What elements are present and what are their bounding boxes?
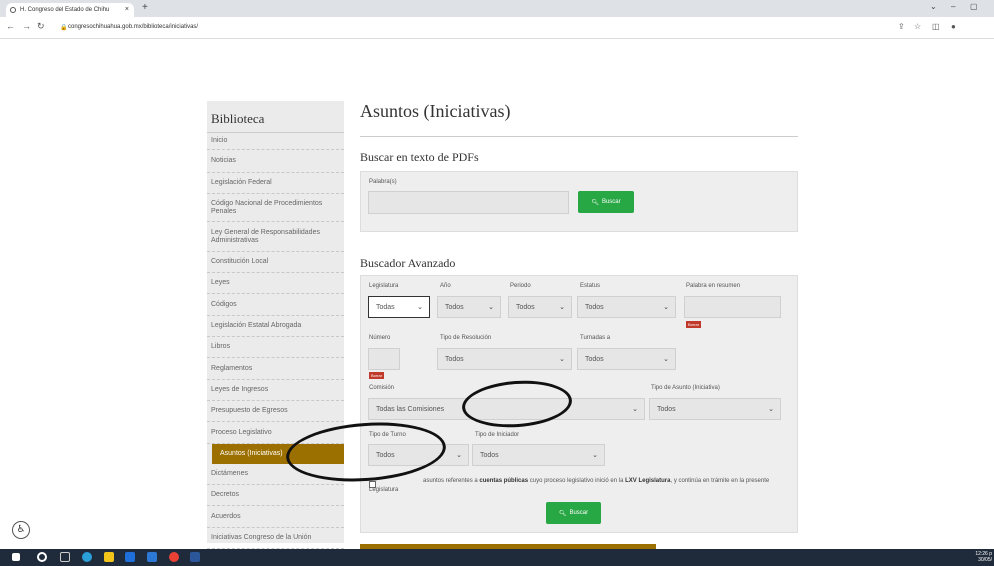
sidebar-item-noticias[interactable]: Noticias [207,150,344,173]
task-view-icon[interactable] [60,552,70,562]
browser-toolbar: ← → ↻ 🔒 congresochihuahua.gob.mx/bibliot… [0,17,994,39]
estatus-select[interactable]: Todos ⌄ [577,296,676,318]
clock-date: 30/05/ [978,557,992,563]
close-tab-icon[interactable]: × [125,6,129,13]
lock-icon: 🔒 [60,25,68,31]
turnadas-select[interactable]: Todos ⌄ [577,348,676,370]
chevron-down-icon: ⌄ [768,406,774,413]
resumen-input[interactable] [684,296,781,318]
search-icon[interactable] [37,552,47,562]
borrar-numero-button[interactable]: Borrar [369,372,385,379]
sidebar-item-constitucion-local[interactable]: Constitución Local [207,252,344,273]
windows-start-icon[interactable] [12,553,20,561]
title-divider [360,136,798,137]
edge-icon[interactable] [82,552,92,562]
sidebar-item-leyes-ingresos[interactable]: Leyes de Ingresos [207,380,344,401]
mail-icon[interactable] [147,552,157,562]
sidebar-item-reglamentos[interactable]: Reglamentos [207,358,344,380]
new-tab-button[interactable]: + [142,2,148,13]
palabras-label: Palabra(s) [369,179,397,185]
chevron-down-icon: ⌄ [456,452,462,459]
advanced-search-panel: Legislatura Todas ⌄ Año Todos ⌄ Periodo To… [360,275,798,533]
chrome-icon[interactable] [169,552,179,562]
turnadas-label: Turnadas a [580,335,611,341]
comision-label: Comisión [369,385,395,391]
tipo-asunto-label: Tipo de Asunto (Iniciativa) [651,385,720,391]
tipo-asunto-select[interactable]: Todos ⌄ [649,398,781,420]
forward-arrow-icon[interactable]: → [22,21,31,31]
tab-list-chevron-icon[interactable]: ⌄ [930,2,937,11]
system-clock[interactable]: 12:26 p 30/05/ [975,551,992,563]
palabras-input[interactable] [368,191,569,214]
sidebar-item-legislacion-abrogada[interactable]: Legislación Estatal Abrogada [207,316,344,337]
page-title: Asuntos (Iniciativas) [360,101,511,121]
side-panel-icon[interactable]: ◫ [932,22,940,31]
sidebar-item-inicio[interactable]: Inicio [207,133,344,150]
accessibility-icon[interactable]: ♿︎ [12,521,30,539]
advanced-search-heading: Buscador Avanzado [360,256,456,270]
anio-label: Año [440,283,451,289]
advanced-search-button[interactable]: 🔍︎ Buscar [546,502,601,524]
sidebar-item-libros[interactable]: Libros [207,337,344,358]
sidebar-title: Biblioteca [207,101,344,133]
resolucion-select[interactable]: Todos ⌄ [437,348,572,370]
legislatura-label: Legislatura [369,283,399,289]
periodo-select[interactable]: Todos ⌄ [508,296,572,318]
chevron-down-icon: ⌄ [632,406,638,413]
pdf-search-heading: Buscar en texto de PDFs [360,150,479,164]
resumen-label: Palabra en resumen [686,283,741,289]
cuentas-publicas-text: asuntos referentes a cuentas públicas cu… [369,478,770,493]
numero-label: Número [369,335,391,341]
sidebar-item-codigos[interactable]: Códigos [207,294,344,316]
url-text: congresochihuahua.gob.mx/biblioteca/inic… [68,24,199,30]
sidebar-item-legislacion-federal[interactable]: Legislación Federal [207,173,344,194]
address-bar[interactable]: 🔒 congresochihuahua.gob.mx/biblioteca/in… [58,21,958,35]
windows-taskbar: 12:26 p 30/05/ [0,549,994,566]
chevron-down-icon: ⌄ [559,356,565,363]
sidebar-item-decretos[interactable]: Decretos [207,485,344,506]
bookmark-star-icon[interactable]: ☆ [914,22,921,31]
share-icon[interactable]: ⇪ [898,22,905,31]
tab-title: H. Congreso del Estado de Chihu [20,7,110,13]
resolucion-label: Tipo de Resolución [440,335,492,341]
search-icon: 🔍︎ [591,199,599,206]
file-explorer-icon[interactable] [104,552,114,562]
estatus-label: Estatus [580,283,601,289]
chevron-down-icon: ⌄ [592,452,598,459]
minimize-icon[interactable]: – [951,2,955,11]
borrar-resumen-button[interactable]: Borrar [686,321,702,328]
sidebar-item-codigo-procedimientos[interactable]: Código Nacional de Procedimientos Penale… [207,194,344,222]
restore-icon[interactable]: ▢ [970,2,978,11]
sidebar-item-ley-responsabilidades[interactable]: Ley General de Responsabilidades Adminis… [207,222,344,252]
back-arrow-icon[interactable]: ← [6,21,15,31]
tipo-iniciador-select[interactable]: Todos ⌄ [472,444,605,466]
store-icon[interactable] [125,552,135,562]
anio-select[interactable]: Todos ⌄ [437,296,501,318]
profile-icon[interactable]: ● [951,22,956,31]
search-icon: 🔍︎ [558,510,567,517]
sidebar-item-presupuesto-egresos[interactable]: Presupuesto de Egresos [207,401,344,422]
sidebar-item-iniciativas-congreso-union[interactable]: Iniciativas Congreso de la Unión [207,528,344,549]
chevron-down-icon: ⌄ [663,356,669,363]
periodo-label: Periodo [510,283,531,289]
chevron-down-icon: ⌄ [417,304,423,311]
chevron-down-icon: ⌄ [663,304,669,311]
site-favicon-icon [10,7,16,13]
reload-icon[interactable]: ↻ [37,21,45,32]
browser-tab-strip: H. Congreso del Estado de Chihu × + ⌄ – … [0,0,994,17]
browser-tab[interactable]: H. Congreso del Estado de Chihu × [6,3,134,17]
numero-input[interactable] [368,348,400,370]
sidebar-item-leyes[interactable]: Leyes [207,273,344,294]
pdf-search-panel: Palabra(s) 🔍︎ Buscar [360,171,798,232]
chevron-down-icon: ⌄ [488,304,494,311]
pdf-search-button[interactable]: 🔍︎ Buscar [578,191,634,213]
sidebar-item-acuerdos[interactable]: Acuerdos [207,506,344,528]
chevron-down-icon: ⌄ [559,304,565,311]
legislatura-select[interactable]: Todas ⌄ [368,296,430,318]
word-icon[interactable] [190,552,200,562]
tipo-iniciador-label: Tipo de Iniciador [475,432,520,438]
